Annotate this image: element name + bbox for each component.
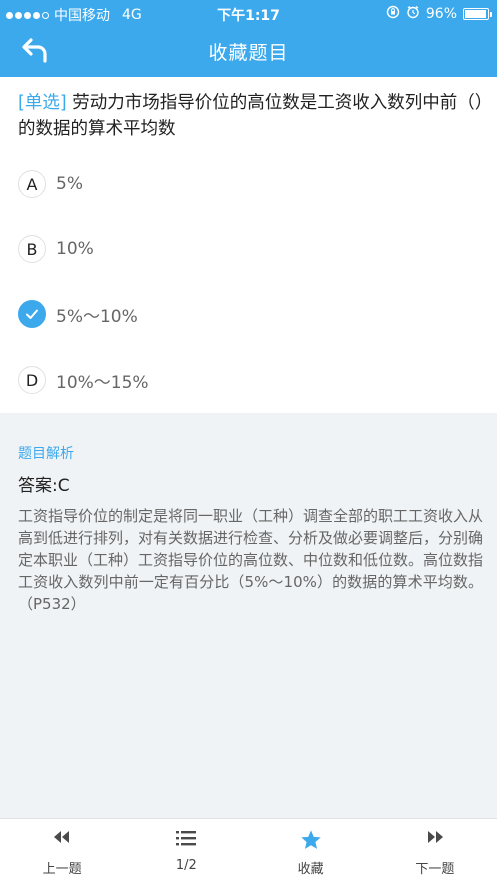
- favorite-label: 收藏: [297, 862, 324, 877]
- analysis-title: 题目解析: [18, 446, 74, 462]
- alarm-icon: [406, 5, 420, 23]
- option-d-text: 10%～15%: [56, 372, 149, 393]
- option-d[interactable]: D 10%～15%: [18, 363, 478, 397]
- next-icon: [373, 829, 497, 849]
- analysis-section: 题目解析 答案:C 工资指导价位的制定是将同一职业（工种）调查全部的职工工资收入…: [0, 413, 497, 818]
- question-type-label: [单选]: [18, 93, 67, 113]
- battery-icon: [463, 8, 492, 20]
- bottom-tab-bar: 上一题 1/2 收藏 下一题: [0, 818, 497, 883]
- question-progress-label: 1/2: [175, 858, 197, 873]
- answer-text: 答案:C: [18, 476, 70, 496]
- option-b-text: 10%: [56, 239, 94, 259]
- rotation-lock-icon: [386, 5, 400, 23]
- previous-question-button[interactable]: 上一题: [0, 819, 124, 883]
- question-text-block: [单选] 劳动力市场指导价位的高位数是工资收入数列中前（）的数据的算术平均数: [18, 90, 488, 142]
- question-text: 劳动力市场指导价位的高位数是工资收入数列中前（）的数据的算术平均数: [18, 93, 484, 139]
- page-title: 收藏题目: [208, 42, 289, 64]
- option-a-text: 5%: [56, 174, 83, 194]
- list-icon: [124, 829, 248, 849]
- checkmark-icon: [18, 300, 46, 328]
- explanation-text: 工资指导价位的制定是将同一职业（工种）调查全部的职工工资收入从高到低进行排列，对…: [18, 507, 484, 613]
- option-c-text: 5%～10%: [56, 306, 138, 327]
- option-d-key: D: [18, 366, 46, 394]
- next-question-button[interactable]: 下一题: [373, 819, 497, 883]
- next-question-label: 下一题: [415, 862, 455, 877]
- previous-question-label: 上一题: [42, 862, 82, 877]
- option-b-key: B: [18, 235, 46, 263]
- navbar: 收藏题目: [0, 26, 497, 77]
- question-panel: [单选] 劳动力市场指导价位的高位数是工资收入数列中前（）的数据的算术平均数 A…: [0, 77, 497, 413]
- star-icon: [249, 829, 373, 849]
- status-bar: 中国移动 4G 下午1:17 96%: [0, 0, 497, 26]
- option-a-key: A: [18, 170, 46, 198]
- header: 中国移动 4G 下午1:17 96% 收藏题目: [0, 0, 497, 77]
- battery-fill: [465, 10, 487, 18]
- previous-icon: [0, 829, 124, 849]
- option-a[interactable]: A 5%: [18, 167, 478, 201]
- status-right: 96%: [386, 5, 492, 23]
- question-list-button[interactable]: 1/2: [124, 819, 248, 883]
- favorite-button[interactable]: 收藏: [249, 819, 373, 883]
- battery-percentage: 96%: [425, 6, 457, 22]
- option-c[interactable]: 5%～10%: [18, 297, 478, 331]
- option-b[interactable]: B 10%: [18, 232, 478, 266]
